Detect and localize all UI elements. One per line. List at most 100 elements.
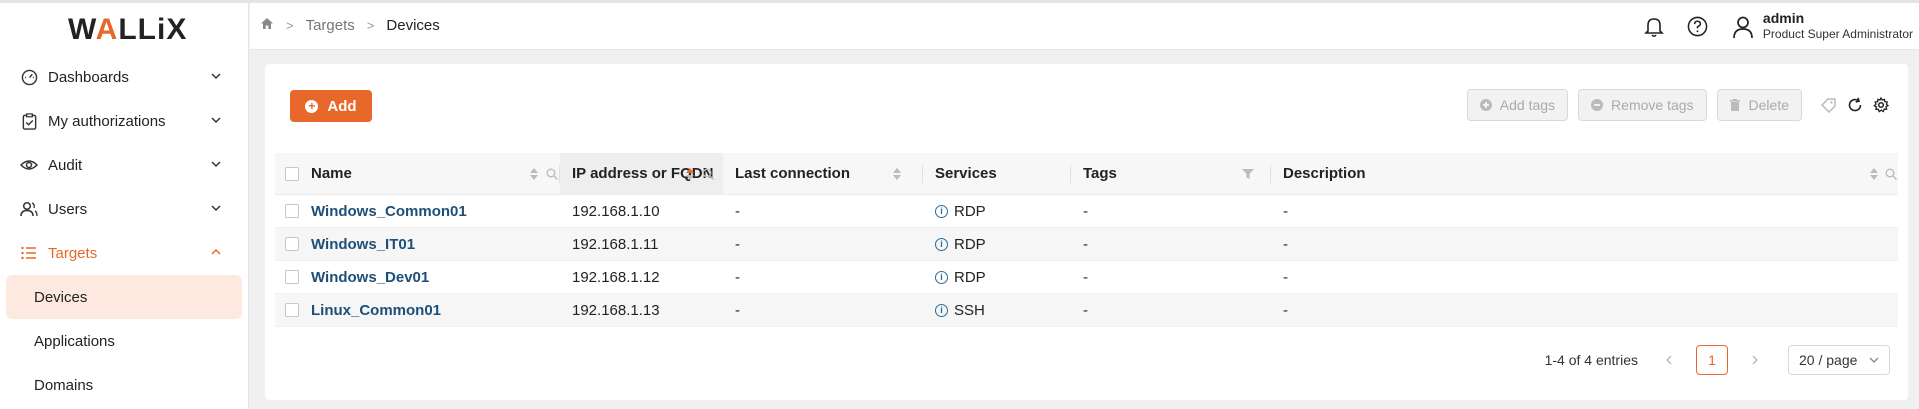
sidebar-subitem-applications[interactable]: Applications <box>0 319 248 363</box>
sidebar-item-targets[interactable]: Targets <box>0 231 248 275</box>
chevron-down-icon <box>211 205 221 212</box>
remove-tags-button[interactable]: Remove tags <box>1578 89 1707 121</box>
search-icon[interactable] <box>546 168 558 180</box>
row-checkbox[interactable] <box>285 237 299 251</box>
info-icon[interactable]: i <box>935 237 948 251</box>
column-header-services: Services <box>923 153 1071 195</box>
info-icon[interactable]: i <box>935 303 948 317</box>
page-size-value: 20 / page <box>1799 352 1858 368</box>
sidebar-item-users[interactable]: Users <box>0 187 248 231</box>
top-header: > Targets > Devices admin Product Super … <box>250 3 1919 50</box>
select-all-checkbox[interactable] <box>285 166 299 181</box>
ip-cell: 192.168.1.13 <box>572 301 660 319</box>
services-cell: i RDP <box>923 261 1071 294</box>
row-checkbox-cell <box>275 294 299 327</box>
sidebar-item-my-authorizations[interactable]: My authorizations <box>0 99 248 143</box>
user-menu[interactable]: admin Product Super Administrator <box>1731 10 1913 43</box>
device-name-cell: Linux_Common01 <box>299 294 560 327</box>
wallix-logo: WALLiX <box>68 13 188 46</box>
column-label: Name <box>311 165 352 182</box>
tags-cell: - <box>1083 235 1088 253</box>
column-header-tags[interactable]: Tags <box>1071 153 1271 195</box>
next-page-icon[interactable] <box>1744 349 1766 371</box>
bulk-actions-toolbar: Add tags Remove tags Delete <box>1466 89 1890 121</box>
column-header-ip[interactable]: IP address or FQDN <box>560 152 723 195</box>
sidebar-item-dashboards[interactable]: Dashboards <box>0 55 248 99</box>
chevron-down-icon <box>211 161 221 168</box>
breadcrumb-targets[interactable]: Targets <box>306 17 355 34</box>
device-name-cell: Windows_Dev01 <box>299 261 560 294</box>
refresh-icon[interactable] <box>1846 96 1864 114</box>
add-button[interactable]: + Add <box>290 90 372 122</box>
page-size-select[interactable]: 20 / page <box>1788 345 1890 375</box>
column-label: Description <box>1283 165 1366 182</box>
search-icon[interactable] <box>1885 168 1897 180</box>
sidebar-item-label: Targets <box>48 244 98 262</box>
sort-icon[interactable] <box>530 167 538 180</box>
device-name-link[interactable]: Windows_Common01 <box>311 203 467 220</box>
tags-cell: - <box>1083 301 1088 319</box>
last-connection-cell: - <box>735 235 740 253</box>
sidebar-nav: Dashboards My authorizations Audit Users <box>0 55 248 407</box>
page-1-button[interactable]: 1 <box>1696 345 1728 375</box>
add-tags-button[interactable]: Add tags <box>1466 89 1569 121</box>
table-row[interactable]: Windows_Dev01 192.168.1.12 - i RDP - - <box>275 261 1898 294</box>
tag-icon[interactable] <box>1820 96 1838 114</box>
row-checkbox[interactable] <box>285 270 299 284</box>
table-row[interactable]: Windows_IT01 192.168.1.11 - i RDP - - <box>275 228 1898 261</box>
device-name-link[interactable]: Linux_Common01 <box>311 302 441 319</box>
ip-cell: 192.168.1.12 <box>572 268 660 286</box>
services-cell: i SSH <box>923 294 1071 327</box>
sort-icon[interactable] <box>893 167 901 180</box>
chevron-up-icon <box>211 248 221 255</box>
table-row[interactable]: Windows_Common01 192.168.1.10 - i RDP - - <box>275 195 1898 228</box>
sidebar-item-label: Dashboards <box>48 68 129 86</box>
tags-cell: - <box>1083 268 1088 286</box>
table-row[interactable]: Linux_Common01 192.168.1.13 - i SSH - - <box>275 294 1898 327</box>
row-checkbox[interactable] <box>285 303 299 317</box>
sidebar-subitem-devices[interactable]: Devices <box>6 275 242 319</box>
breadcrumb-separator: > <box>286 18 294 33</box>
sidebar-item-label: My authorizations <box>48 112 166 130</box>
last-connection-cell: - <box>735 202 740 220</box>
service-label: RDP <box>954 268 986 286</box>
chevron-down-icon <box>1869 357 1879 363</box>
gear-icon[interactable] <box>1872 96 1890 114</box>
prev-page-icon[interactable] <box>1658 349 1680 371</box>
help-icon[interactable] <box>1687 16 1709 38</box>
filter-icon[interactable] <box>1242 168 1254 180</box>
column-header-last-connection[interactable]: Last connection <box>723 153 923 195</box>
info-icon[interactable]: i <box>935 204 948 218</box>
add-tags-label: Add tags <box>1499 97 1556 113</box>
tags-cell: - <box>1083 202 1088 220</box>
delete-button[interactable]: Delete <box>1716 89 1802 121</box>
user-name: admin <box>1762 10 1805 26</box>
row-checkbox-cell <box>275 195 299 228</box>
breadcrumb: > Targets > Devices <box>260 17 440 34</box>
row-checkbox[interactable] <box>285 204 299 218</box>
column-label: Services <box>935 165 997 182</box>
sort-icon[interactable] <box>1870 167 1878 180</box>
bell-icon[interactable] <box>1643 16 1665 38</box>
sort-ascending-icon[interactable] <box>686 167 694 180</box>
user-role: Product Super Administrator <box>1762 27 1913 41</box>
device-name-link[interactable]: Windows_IT01 <box>311 236 415 253</box>
home-icon[interactable] <box>260 17 274 34</box>
column-header-description[interactable]: Description <box>1271 153 1898 195</box>
search-icon[interactable] <box>702 168 714 180</box>
delete-label: Delete <box>1748 97 1789 113</box>
table-header: Name IP address or FQDN Last connection … <box>275 152 1898 195</box>
sidebar-item-label: Audit <box>48 156 83 174</box>
info-icon[interactable]: i <box>935 270 948 284</box>
sidebar-subitem-domains[interactable]: Domains <box>0 363 248 407</box>
column-label: Tags <box>1083 165 1117 182</box>
description-cell: - <box>1283 235 1288 253</box>
service-label: RDP <box>954 202 986 220</box>
chevron-down-icon <box>211 73 221 80</box>
services-cell: i RDP <box>923 195 1071 228</box>
sidebar-item-label: Users <box>48 200 88 218</box>
column-header-name[interactable]: Name <box>299 153 560 195</box>
last-connection-cell: - <box>735 268 740 286</box>
sidebar-item-audit[interactable]: Audit <box>0 143 248 187</box>
device-name-link[interactable]: Windows_Dev01 <box>311 269 429 286</box>
